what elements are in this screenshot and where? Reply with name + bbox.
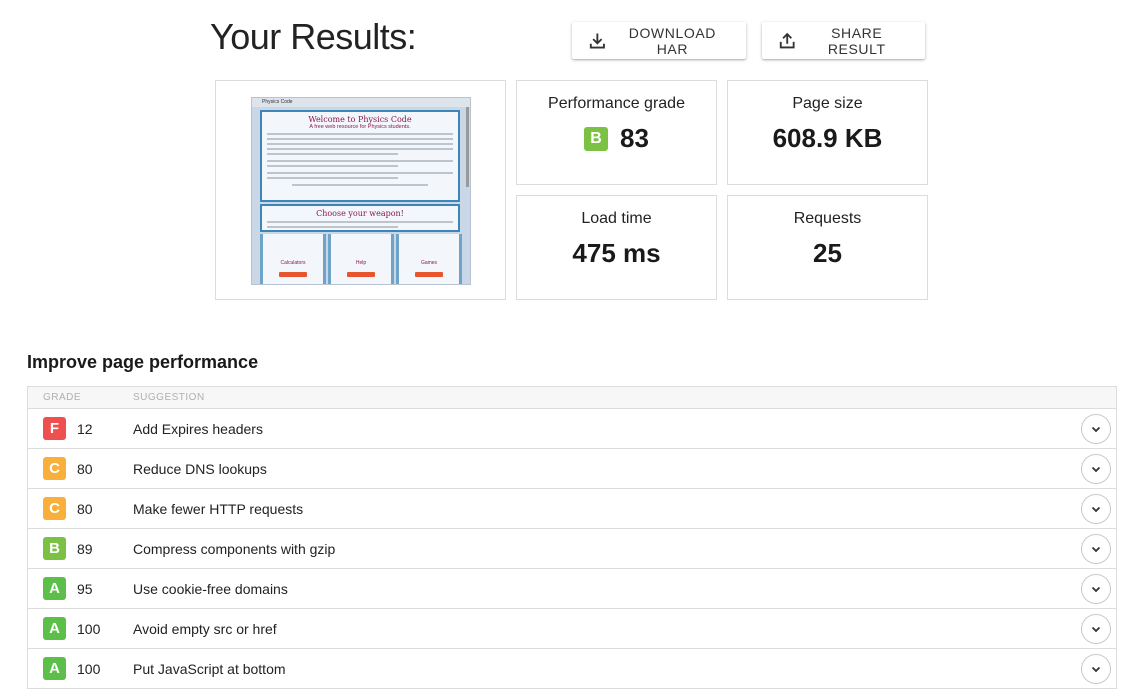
- grade-badge: F: [43, 417, 66, 440]
- requests-value: 25: [813, 238, 842, 268]
- chevron-down-icon: [1091, 626, 1101, 633]
- suggestion-text: Use cookie-free domains: [133, 580, 288, 597]
- page-title: Your Results:: [210, 16, 417, 57]
- chevron-down-icon: [1091, 546, 1101, 553]
- share-result-label: SHARE RESULT: [827, 24, 886, 57]
- suggestion-text: Put JavaScript at bottom: [133, 660, 286, 677]
- screenshot-site-name: Physics Code: [252, 98, 470, 107]
- suggestion-column-header: SUGGESTION: [133, 392, 205, 403]
- screenshot-section-heading: Choose your weapon!: [316, 209, 404, 218]
- requests-label: Requests: [793, 210, 862, 227]
- table-row[interactable]: B 89 Compress components with gzip: [28, 529, 1116, 569]
- chevron-down-icon: [1091, 586, 1101, 593]
- expand-button[interactable]: [1081, 414, 1111, 444]
- suggestion-text: Compress components with gzip: [133, 540, 336, 557]
- share-result-button[interactable]: SHARE RESULT: [762, 22, 925, 59]
- share-icon: [779, 32, 795, 48]
- screenshot-column: Games: [396, 234, 462, 284]
- table-row[interactable]: A 100 Put JavaScript at bottom: [28, 649, 1116, 689]
- screenshot-column: Help: [328, 234, 394, 284]
- page-screenshot-card: Physics Code Welcome to Physics Code A f…: [215, 80, 506, 300]
- screenshot-scrollbar: [466, 107, 469, 187]
- download-icon: [589, 33, 605, 48]
- grade-badge: B: [43, 537, 66, 560]
- grade-score: 12: [77, 420, 93, 437]
- improve-section-title: Improve page performance: [27, 352, 259, 372]
- table-row[interactable]: C 80 Reduce DNS lookups: [28, 449, 1116, 489]
- load-time-label: Load time: [581, 210, 652, 227]
- grade-badge: B: [584, 126, 609, 151]
- load-time-card: Load time 475 ms: [516, 195, 717, 300]
- table-row[interactable]: A 100 Avoid empty src or href: [28, 609, 1116, 649]
- expand-button[interactable]: [1081, 534, 1111, 564]
- suggestion-text: Make fewer HTTP requests: [133, 500, 304, 517]
- suggestion-text: Reduce DNS lookups: [133, 460, 267, 477]
- suggestions-table: GRADE SUGGESTION F 12 Add Expires header…: [27, 386, 1117, 689]
- grade-column-header: GRADE: [43, 392, 82, 403]
- grade-badge: C: [43, 457, 66, 480]
- chevron-down-icon: [1091, 666, 1101, 673]
- grade-score: 95: [77, 580, 93, 597]
- page-size-label: Page size: [792, 95, 863, 112]
- screenshot-heading: Welcome to Physics Code: [308, 115, 412, 124]
- load-time-value: 475 ms: [572, 238, 661, 268]
- table-row[interactable]: C 80 Make fewer HTTP requests: [28, 489, 1116, 529]
- expand-button[interactable]: [1081, 454, 1111, 484]
- suggestion-text: Add Expires headers: [133, 420, 263, 437]
- expand-button[interactable]: [1081, 614, 1111, 644]
- grade-badge: A: [43, 577, 66, 600]
- grade-badge: A: [43, 617, 66, 640]
- chevron-down-icon: [1091, 466, 1101, 473]
- table-row[interactable]: F 12 Add Expires headers: [28, 409, 1116, 449]
- grade-score: 80: [77, 500, 93, 517]
- requests-card: Requests 25: [727, 195, 928, 300]
- page-size-value: 608.9 KB: [772, 123, 883, 153]
- chevron-down-icon: [1091, 506, 1101, 513]
- download-har-label: DOWNLOAD HAR: [628, 24, 716, 57]
- grade-score: 80: [77, 460, 93, 477]
- table-row[interactable]: A 95 Use cookie-free domains: [28, 569, 1116, 609]
- grade-score: 100: [77, 660, 101, 677]
- performance-grade-label: Performance grade: [548, 95, 685, 112]
- performance-grade-value: 83: [620, 123, 649, 153]
- page-size-card: Page size 608.9 KB: [727, 80, 928, 185]
- suggestion-text: Avoid empty src or href: [133, 620, 277, 637]
- screenshot-column: Calculators: [260, 234, 326, 284]
- download-har-button[interactable]: DOWNLOAD HAR: [572, 22, 746, 59]
- table-header: GRADE SUGGESTION: [28, 387, 1116, 409]
- grade-badge: A: [43, 657, 66, 680]
- performance-grade-card: Performance grade B 83: [516, 80, 717, 185]
- expand-button[interactable]: [1081, 494, 1111, 524]
- grade-score: 100: [77, 620, 101, 637]
- expand-button[interactable]: [1081, 574, 1111, 604]
- page-screenshot: Physics Code Welcome to Physics Code A f…: [251, 97, 471, 285]
- chevron-down-icon: [1091, 426, 1101, 433]
- screenshot-welcome-box: Welcome to Physics Code A free web resou…: [260, 110, 460, 202]
- screenshot-weapon-box: Choose your weapon!: [260, 204, 460, 232]
- grade-badge: C: [43, 497, 66, 520]
- expand-button[interactable]: [1081, 654, 1111, 684]
- screenshot-subheading: A free web resource for Physics students…: [309, 124, 411, 130]
- grade-score: 89: [77, 540, 93, 557]
